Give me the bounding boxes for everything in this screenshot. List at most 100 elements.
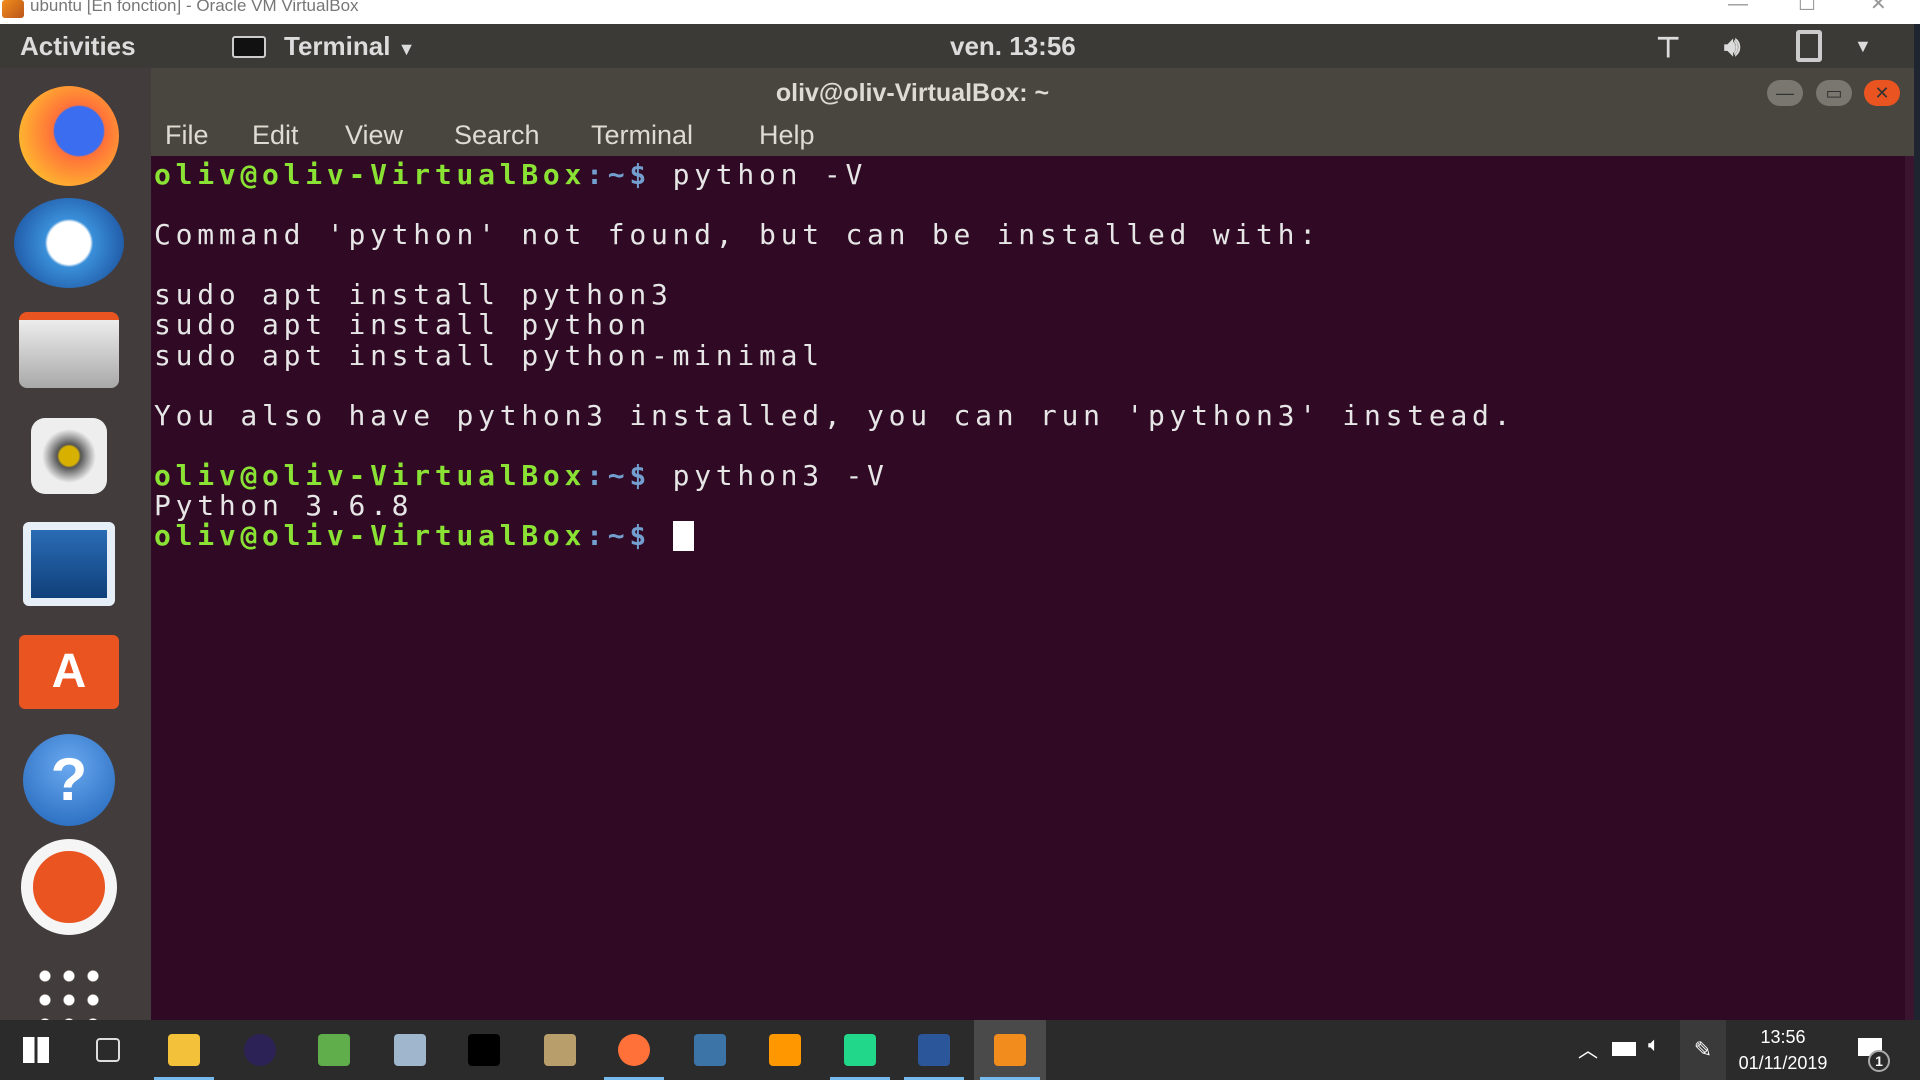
host-close-button[interactable]: ✕ [1870,0,1887,14]
taskbar-time: 13:56 [1760,1027,1806,1047]
terminal-line: Python 3.6.8 [154,489,414,523]
clock[interactable]: ven. 13:56 [950,31,1076,62]
terminal-output[interactable]: oliv@oliv-VirtualBox:~$ python -V Command… [151,156,1905,1020]
show-hidden-icons-chevron-icon[interactable]: ︿ [1578,1034,1598,1063]
taskbar-firefox[interactable] [598,1020,670,1080]
menu-search[interactable]: Search [454,120,540,151]
terminal-line: sudo apt install python-minimal [154,338,824,372]
pen-workspace-icon[interactable]: ✎ [1680,1020,1726,1080]
battery-icon[interactable] [1796,30,1822,62]
windows-taskbar: ︿ 🔈︎ ✎ 13:56 01/11/2019 1 [0,1020,1920,1080]
dock: A ? [0,68,151,1024]
prompt-path: :~$ [586,458,651,492]
minimize-button[interactable]: — [1767,80,1803,106]
host-edge [1914,24,1920,1020]
command-prompt-icon [468,1034,500,1066]
taskbar-virtualbox[interactable] [974,1020,1046,1080]
eclipse-icon [244,1034,276,1066]
taskbar-task-view[interactable] [72,1020,144,1080]
activities-button[interactable]: Activities [20,31,136,62]
taskbar-pycharm[interactable] [824,1020,896,1080]
host-window-title: ubuntu [En fonction] - Oracle VM Virtual… [30,0,359,15]
task-view-icon [96,1038,120,1062]
sublime-text-icon [769,1034,801,1066]
maximize-button[interactable]: ▭ [1816,80,1852,106]
network-icon[interactable]: ⊤ [1656,31,1680,64]
terminal-line: oliv@oliv-VirtualBox:~$ [154,519,1905,553]
taskbar-command-prompt[interactable] [448,1020,520,1080]
grid-icon [33,964,105,1024]
dock-libreoffice-writer[interactable] [14,514,124,614]
chevron-down-icon: ▼ [397,39,416,59]
window-title: oliv@oliv-VirtualBox: ~ [775,79,1050,107]
notification-count-badge: 1 [1868,1050,1890,1072]
prompt-user: oliv@oliv-VirtualBox [154,158,587,191]
dock-help[interactable]: ? [14,730,124,830]
battery-icon[interactable] [1612,1042,1636,1056]
installer-icon [544,1034,576,1066]
taskbar-database-tool[interactable] [374,1020,446,1080]
help-icon: ? [23,734,115,826]
host-minimize-button[interactable]: — [1728,0,1748,14]
prompt-path: :~$ [586,158,651,191]
dock-rhythmbox[interactable] [14,406,124,506]
taskbar-sublime-text[interactable] [749,1020,821,1080]
volume-icon[interactable]: 🔈︎ [1648,1034,1660,1057]
taskbar-word[interactable] [898,1020,970,1080]
terminal-title-bar: oliv@oliv-VirtualBox: ~ [151,68,1914,118]
menu-file[interactable]: File [165,120,209,151]
terminal-app-icon [232,36,266,58]
taskbar-start[interactable] [0,1020,72,1080]
terminal-scrollbar[interactable] [1905,156,1914,1020]
app-menu-terminal[interactable]: Terminal ▼ [284,31,416,62]
command-text: python3 -V [650,458,889,492]
software-bag-icon: A [19,635,119,709]
database-tool-icon [394,1034,426,1066]
dock-thunderbird[interactable] [14,193,124,293]
prompt-path: :~$ [586,519,651,553]
menu-help[interactable]: Help [759,120,815,151]
cursor [672,521,694,552]
menu-view[interactable]: View [345,120,403,151]
menu-edit[interactable]: Edit [252,120,299,151]
terminal-line: oliv@oliv-VirtualBox:~$ python -V [154,160,1905,190]
terminal-line: oliv@oliv-VirtualBox:~$ python3 -V [154,458,1905,492]
host-maximize-button[interactable]: ☐ [1798,0,1816,14]
writer-icon [23,522,115,606]
menu-terminal[interactable]: Terminal [591,120,693,151]
taskbar-date: 01/11/2019 [1738,1053,1828,1073]
terminal-line: sudo apt install python3 [154,278,673,312]
dock-ubuntu-software[interactable]: A [14,622,124,722]
taskbar-python-idle[interactable] [674,1020,746,1080]
terminal-line: Command 'python' not found, but can be i… [154,218,1321,252]
taskbar-file-explorer[interactable] [148,1020,220,1080]
taskbar-git-extensions[interactable] [298,1020,370,1080]
prompt-user: oliv@oliv-VirtualBox [154,458,587,492]
app-menu-label: Terminal [284,31,391,61]
dock-files[interactable] [14,300,124,400]
command-text [651,519,673,552]
volume-icon[interactable]: 🔊︎ [1724,31,1740,63]
dock-ubuntu[interactable] [14,837,124,937]
ubuntu-top-bar: Activities Terminal ▼ ven. 13:56 ⊤ 🔊︎ ▼ [0,24,1914,68]
virtualbox-icon [994,1034,1026,1066]
virtualbox-icon [2,0,24,18]
files-icon [19,312,119,388]
taskbar-installer[interactable] [524,1020,596,1080]
menu-bar: File Edit View Search Terminal Help [151,118,1914,156]
taskbar-clock[interactable]: 13:56 01/11/2019 [1735,1024,1831,1076]
close-button[interactable]: ✕ [1864,80,1900,106]
terminal-line: You also have python3 installed, you can… [154,398,1516,432]
git-extensions-icon [318,1034,350,1066]
pycharm-icon [844,1034,876,1066]
prompt-user: oliv@oliv-VirtualBox [154,519,587,553]
python-idle-icon [694,1034,726,1066]
taskbar-eclipse[interactable] [224,1020,296,1080]
system-menu-chevron-icon[interactable]: ▼ [1854,36,1872,57]
host-title-bar: ubuntu [En fonction] - Oracle VM Virtual… [0,0,1920,24]
file-explorer-icon [168,1034,200,1066]
word-icon [918,1034,950,1066]
firefox-icon [618,1034,650,1066]
